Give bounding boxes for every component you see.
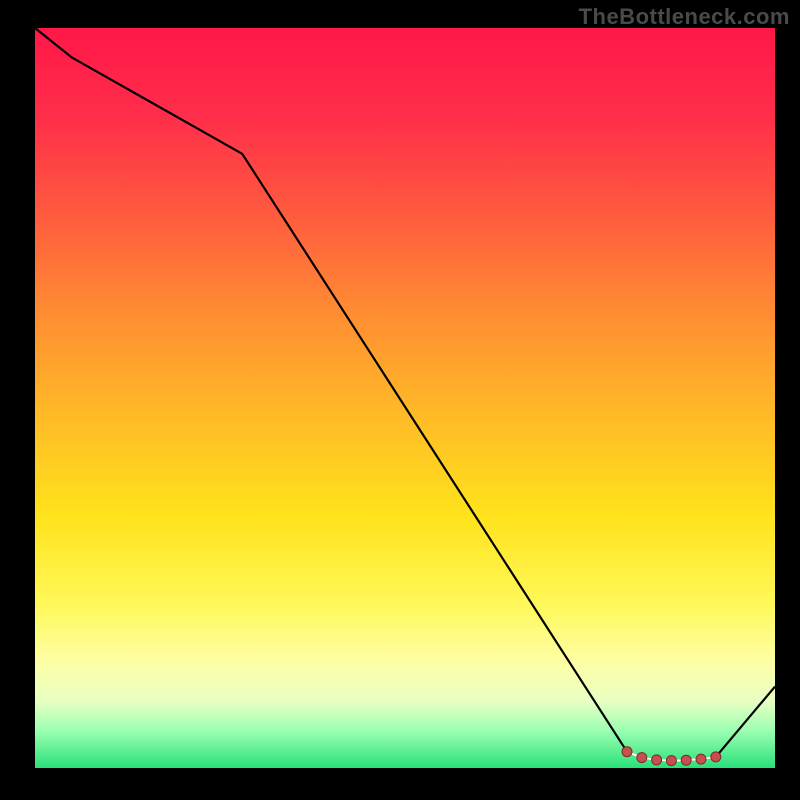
watermark-text: TheBottleneck.com	[579, 4, 790, 30]
data-marker	[666, 756, 676, 766]
chart-svg	[35, 28, 775, 768]
plot-area	[35, 28, 775, 768]
chart-frame: TheBottleneck.com	[0, 0, 800, 800]
data-marker	[622, 747, 632, 757]
data-marker	[681, 755, 691, 765]
data-marker	[711, 752, 721, 762]
series-line	[35, 28, 775, 761]
data-marker	[696, 754, 706, 764]
data-marker	[652, 755, 662, 765]
marker-group	[622, 747, 721, 766]
data-marker	[637, 753, 647, 763]
